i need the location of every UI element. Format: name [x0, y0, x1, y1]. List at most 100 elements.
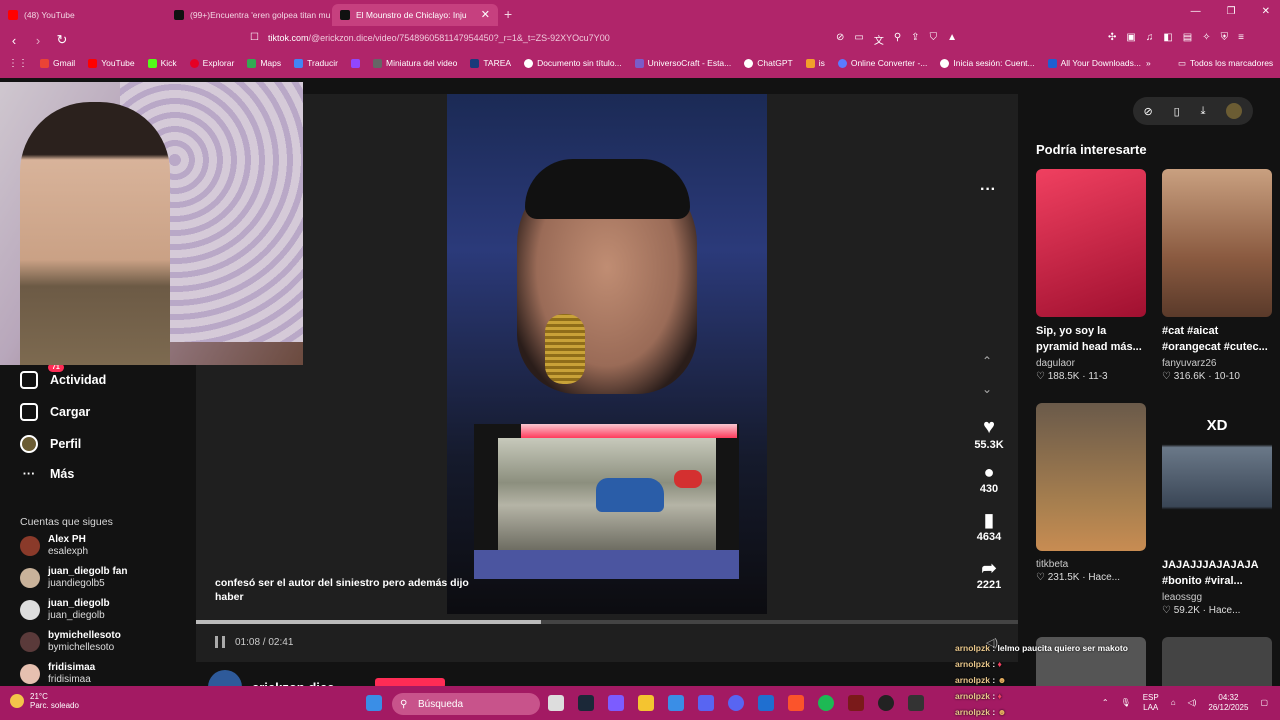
recommended-video[interactable]: #cat #aicat #orangecat #cutec... fanyuva…: [1162, 169, 1272, 382]
recommended-video[interactable]: titkbeta ♡ 231.5K · Hace...: [1036, 403, 1146, 583]
game-icon[interactable]: [848, 695, 864, 711]
windows-start-icon[interactable]: [366, 695, 382, 711]
bookmark-twitch[interactable]: [350, 58, 360, 68]
music-icon[interactable]: ♫: [1146, 32, 1154, 43]
translate-icon[interactable]: 文: [874, 32, 884, 47]
bookmark-kick[interactable]: Kick: [147, 58, 177, 68]
minimize-button[interactable]: —: [1191, 6, 1201, 17]
more-options-icon[interactable]: ···: [980, 181, 996, 199]
save-action[interactable]: ▮ 4634: [958, 510, 1020, 543]
obs-icon[interactable]: [878, 695, 894, 711]
cast-icon[interactable]: ▭: [854, 32, 863, 47]
more-bookmarks-icon[interactable]: »: [1146, 58, 1151, 68]
share-icon[interactable]: ⇪: [911, 32, 919, 47]
store-icon[interactable]: [668, 695, 684, 711]
volume-icon[interactable]: ◁): [1188, 698, 1197, 708]
network-icon[interactable]: ⌂: [1171, 698, 1176, 708]
bookmark-inicia-sesion[interactable]: Inicia sesión: Cuent...: [940, 58, 1035, 68]
sidebar-item-perfil[interactable]: Perfil: [20, 435, 81, 453]
mobile-icon[interactable]: ▯: [1174, 105, 1180, 118]
leo-icon[interactable]: ✧: [1202, 32, 1210, 43]
screenshot-icon[interactable]: ▣: [1126, 32, 1135, 43]
reload-button[interactable]: ↻: [52, 32, 72, 48]
no-tracking-icon[interactable]: ⊘: [836, 32, 844, 47]
bookmark-youtube[interactable]: YouTube: [88, 58, 135, 68]
new-tab-button[interactable]: +: [504, 6, 512, 22]
pause-icon[interactable]: [215, 636, 225, 648]
bookmark-converter[interactable]: Online Converter -...: [837, 58, 927, 68]
bookmark-traducir[interactable]: Traducir: [294, 58, 338, 68]
next-video-icon[interactable]: ⌄: [982, 382, 992, 396]
clock[interactable]: 04:32 26/12/2025: [1208, 693, 1248, 713]
mail-icon[interactable]: [758, 695, 774, 711]
tab-tiktok-video[interactable]: El Mounstro de Chiclayo: Inju ✕: [332, 3, 498, 26]
restore-button[interactable]: ❐: [1227, 6, 1236, 17]
video-options-pill: ⊘ ▯ ⤓: [1133, 97, 1253, 125]
menu-icon[interactable]: ≡: [1238, 32, 1244, 43]
back-button[interactable]: ‹: [4, 33, 24, 48]
all-bookmarks-folder[interactable]: ▭ Todos los marcadores: [1178, 58, 1273, 69]
share-action[interactable]: ➦ 2221: [958, 558, 1020, 591]
bookmark-explorar[interactable]: Explorar: [189, 58, 234, 68]
sidebar-icon[interactable]: ◧: [1163, 32, 1172, 43]
teams-icon[interactable]: [698, 695, 714, 711]
notifications-icon[interactable]: ▢: [1260, 698, 1268, 708]
tab-tiktok-search[interactable]: (99+)Encuentra 'eren golpea titan mu: [166, 4, 332, 26]
sidebar-item-cargar[interactable]: Cargar: [20, 403, 90, 421]
address-bar[interactable]: tiktok.com/@erickzon.dice/video/75489605…: [268, 33, 610, 43]
followed-account[interactable]: Alex PH esalexph: [20, 534, 88, 558]
bookmark-tarea[interactable]: TAREA: [470, 58, 511, 68]
followed-account[interactable]: fridisimaa fridisimaa: [20, 662, 95, 686]
video-progress-bar[interactable]: [196, 620, 1018, 624]
vpn-icon[interactable]: ⛨: [1221, 32, 1229, 43]
close-window-button[interactable]: ✕: [1262, 6, 1270, 17]
tab-youtube[interactable]: (48) YouTube: [0, 4, 166, 26]
bookmark-miniatura[interactable]: Miniatura del video: [372, 58, 457, 68]
followed-account[interactable]: bymichellesoto bymichellesoto: [20, 630, 121, 654]
bookmark-chatgpt[interactable]: ChatGPT: [744, 58, 793, 68]
brave-shield-icon[interactable]: ⛉: [930, 32, 938, 47]
spotify-icon[interactable]: [818, 695, 834, 711]
zoom-icon[interactable]: ⚲: [894, 32, 901, 47]
video-player[interactable]: confesó ser el autor del siniestro pero …: [196, 94, 1018, 662]
comment-action[interactable]: ● 430: [958, 462, 1020, 495]
recommended-video-thumbnail[interactable]: [1162, 637, 1272, 686]
account-name: Alex PH: [48, 534, 86, 545]
bookmark-documento[interactable]: Documento sin título...: [524, 58, 622, 68]
file-explorer-icon[interactable]: [638, 695, 654, 711]
task-view-icon[interactable]: [548, 695, 564, 711]
recommended-video[interactable]: XD JAJAJJJAJAJAJA #bonito #viral... leao…: [1162, 403, 1272, 616]
recommended-video[interactable]: Sip, yo soy la pyramid head más... dagul…: [1036, 169, 1146, 382]
bookmark-gmail[interactable]: Gmail: [40, 58, 75, 68]
bookmark-maps[interactable]: Maps: [247, 58, 281, 68]
profile-avatar-icon[interactable]: [1226, 103, 1243, 119]
bookmark-is[interactable]: is: [805, 58, 825, 68]
close-tab-icon[interactable]: ✕: [481, 8, 490, 21]
tray-chevron-icon[interactable]: ⌃: [1102, 698, 1109, 708]
autoscroll-icon[interactable]: ⊘: [1143, 105, 1152, 118]
like-action[interactable]: ♥ 55.3K: [958, 416, 1020, 451]
bookmark-downloads[interactable]: All Your Downloads...: [1047, 58, 1141, 68]
bookmark-universocraft[interactable]: UniversoCraft - Esta...: [634, 58, 731, 68]
download-icon[interactable]: ⤓: [1201, 105, 1206, 118]
forward-button[interactable]: ›: [28, 33, 48, 48]
followed-account[interactable]: juan_diegolb juan_diegolb: [20, 598, 110, 622]
app-icon[interactable]: [908, 695, 924, 711]
taskbar-search[interactable]: ⚲ Búsqueda: [392, 693, 540, 715]
apps-icon[interactable]: ⋮⋮: [8, 58, 28, 69]
extensions-icon[interactable]: ✣: [1108, 32, 1116, 43]
followed-account[interactable]: juan_diegolb fan juandiegolb5: [20, 566, 127, 590]
steam-icon[interactable]: [578, 695, 594, 711]
wallet-icon[interactable]: ▤: [1183, 32, 1192, 43]
previous-video-icon[interactable]: ⌃: [982, 354, 992, 368]
weather-widget[interactable]: 21°C Parc. soleado: [10, 692, 79, 710]
mic-icon[interactable]: 🎙: [1121, 698, 1131, 708]
sidebar-item-actividad[interactable]: 71 Actividad: [20, 363, 106, 389]
brave-icon[interactable]: [788, 695, 804, 711]
rewards-icon[interactable]: ▲: [947, 32, 957, 47]
language-indicator[interactable]: ESP LAA: [1143, 693, 1159, 713]
sidebar-item-mas[interactable]: ··· Más: [20, 467, 75, 481]
copilot-icon[interactable]: [608, 695, 624, 711]
discord-icon[interactable]: [728, 695, 744, 711]
bookmark-icon[interactable]: ☐: [250, 32, 259, 43]
